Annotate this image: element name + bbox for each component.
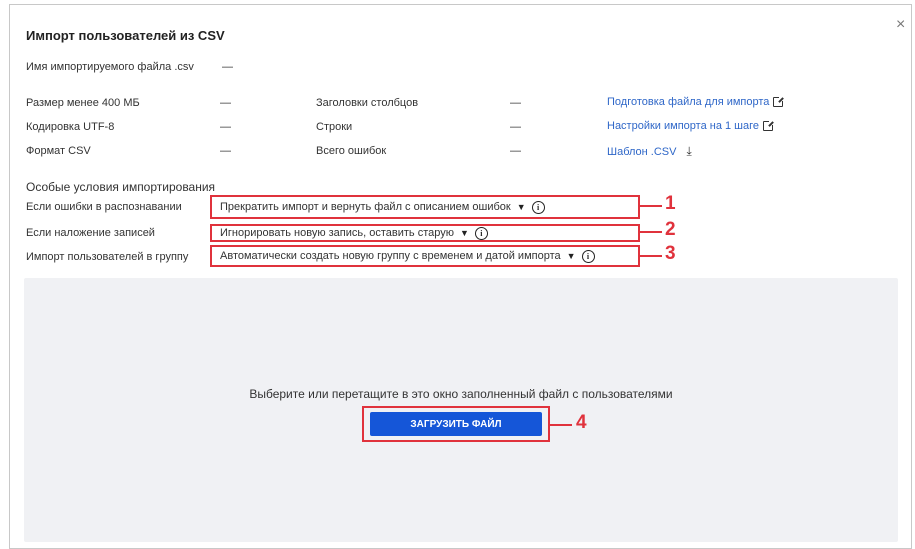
- link-file-preparation[interactable]: Подготовка файла для импорта: [607, 96, 785, 108]
- link-csv-template[interactable]: Шаблон .CSV ⤓: [607, 144, 692, 159]
- condition-group-dropdown[interactable]: Автоматически создать новую группу с вре…: [210, 245, 640, 267]
- requirement-size-label: Размер менее 400 МБ: [26, 97, 140, 109]
- condition-errors-dropdown[interactable]: Прекратить импорт и вернуть файл с описа…: [210, 195, 640, 219]
- marker-4: 4: [576, 412, 587, 433]
- stat-errors-value: —: [510, 145, 521, 157]
- info-icon[interactable]: i: [581, 249, 595, 263]
- caret-down-icon: ▼: [566, 251, 576, 261]
- condition-errors-label: Если ошибки в распознавании: [26, 201, 182, 213]
- marker-2-line: [640, 231, 662, 233]
- stat-errors-label: Всего ошибок: [316, 145, 387, 157]
- marker-3: 3: [665, 243, 676, 264]
- stat-headers-value: —: [510, 97, 521, 109]
- dialog-title: Импорт пользователей из CSV: [26, 28, 225, 43]
- marker-3-line: [640, 255, 662, 257]
- marker-2: 2: [665, 219, 676, 240]
- condition-group-label: Импорт пользователей в группу: [26, 251, 189, 263]
- info-icon[interactable]: i: [474, 226, 488, 240]
- file-name-label: Имя импортируемого файла .csv: [26, 61, 194, 73]
- condition-group-value: Автоматически создать новую группу с вре…: [220, 250, 561, 262]
- condition-overlap-value: Игнорировать новую запись, оставить стар…: [220, 227, 454, 239]
- stat-headers-label: Заголовки столбцов: [316, 97, 419, 109]
- external-link-icon: [773, 96, 785, 107]
- requirement-format-value: —: [220, 145, 231, 157]
- requirement-format-label: Формат CSV: [26, 145, 91, 157]
- external-link-icon: [763, 120, 774, 131]
- close-icon[interactable]: ×: [896, 17, 905, 33]
- marker-1-line: [640, 205, 662, 207]
- upload-file-button[interactable]: ЗАГРУЗИТЬ ФАЙЛ: [370, 412, 542, 436]
- caret-down-icon: ▼: [516, 202, 526, 212]
- conditions-title: Особые условия импортирования: [26, 180, 216, 194]
- requirement-size-value: —: [220, 97, 231, 109]
- requirement-encoding-value: —: [220, 121, 231, 133]
- dropzone-text: Выберите или перетащите в это окно запол…: [249, 387, 673, 401]
- file-name-value: —: [222, 61, 233, 73]
- condition-overlap-dropdown[interactable]: Игнорировать новую запись, оставить стар…: [210, 224, 640, 242]
- file-dropzone[interactable]: Выберите или перетащите в это окно запол…: [24, 278, 898, 542]
- link-csv-template-label: Шаблон .CSV: [607, 145, 677, 158]
- download-icon: ⤓: [686, 144, 692, 158]
- link-import-settings[interactable]: Настройки импорта на 1 шаге: [607, 120, 774, 132]
- marker-4-line: [550, 424, 572, 426]
- link-import-settings-label: Настройки импорта на 1 шаге: [607, 120, 759, 132]
- upload-highlight: ЗАГРУЗИТЬ ФАЙЛ: [362, 406, 550, 442]
- stat-rows-value: —: [510, 121, 521, 133]
- caret-down-icon: ▼: [459, 228, 469, 238]
- stat-rows-label: Строки: [316, 121, 353, 133]
- condition-overlap-label: Если наложение записей: [26, 227, 155, 239]
- info-icon[interactable]: i: [531, 200, 545, 214]
- marker-1: 1: [665, 193, 676, 214]
- link-file-preparation-label: Подготовка файла для импорта: [607, 96, 770, 108]
- requirement-encoding-label: Кодировка UTF-8: [26, 121, 115, 133]
- condition-errors-value: Прекратить импорт и вернуть файл с описа…: [220, 201, 511, 213]
